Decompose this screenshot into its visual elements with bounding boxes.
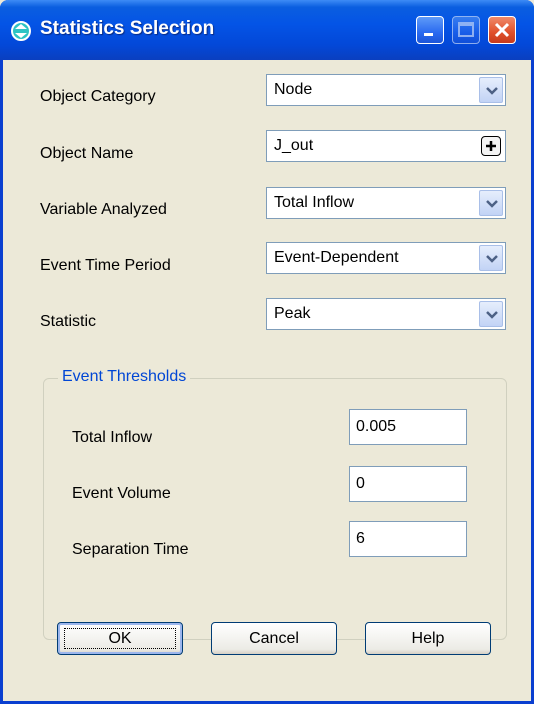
cancel-button[interactable]: Cancel xyxy=(211,622,337,655)
statistic-value: Peak xyxy=(274,305,311,322)
object-name-value: J_out xyxy=(274,137,314,154)
event-time-period-dropdown-button[interactable] xyxy=(479,245,503,271)
object-category-select[interactable]: Node xyxy=(266,74,506,106)
object-name-browse-button[interactable] xyxy=(481,136,501,156)
event-time-period-value: Event-Dependent xyxy=(274,249,399,266)
window-title: Statistics Selection xyxy=(40,18,215,39)
statistic-dropdown-button[interactable] xyxy=(479,301,503,327)
event-time-period-select[interactable]: Event-Dependent xyxy=(266,242,506,274)
minimize-icon xyxy=(424,33,433,36)
variable-analyzed-label: Variable Analyzed xyxy=(40,201,167,218)
statistics-selection-dialog: Statistics Selection Object Category Nod… xyxy=(0,0,534,704)
variable-analyzed-select[interactable]: Total Inflow xyxy=(266,187,506,219)
threshold-separation-time-label: Separation Time xyxy=(72,541,189,558)
threshold-total-inflow-value: 0.005 xyxy=(356,418,397,435)
variable-analyzed-dropdown-button[interactable] xyxy=(479,190,503,216)
threshold-event-volume-label: Event Volume xyxy=(72,485,171,502)
threshold-total-inflow-label: Total Inflow xyxy=(72,429,153,446)
event-thresholds-title: Event Thresholds xyxy=(58,368,191,386)
object-category-dropdown-button[interactable] xyxy=(479,77,503,103)
maximize-button[interactable] xyxy=(452,16,480,44)
object-name-label: Object Name xyxy=(40,145,134,162)
threshold-event-volume-input[interactable]: 0 xyxy=(349,466,467,502)
statistic-label: Statistic xyxy=(40,313,97,330)
chevron-down-icon xyxy=(486,311,498,319)
focus-rectangle xyxy=(64,628,176,649)
statistic-select[interactable]: Peak xyxy=(266,298,506,330)
app-icon xyxy=(11,21,31,41)
threshold-separation-time-value: 6 xyxy=(356,530,365,547)
cancel-button-label: Cancel xyxy=(249,630,299,647)
plus-icon xyxy=(486,141,496,151)
object-name-field[interactable]: J_out xyxy=(266,130,506,162)
chevron-down-icon xyxy=(486,87,498,95)
threshold-event-volume-value: 0 xyxy=(356,475,365,492)
close-button[interactable] xyxy=(488,16,516,44)
threshold-total-inflow-input[interactable]: 0.005 xyxy=(349,409,467,445)
help-button-label: Help xyxy=(411,630,445,647)
object-category-label: Object Category xyxy=(40,88,156,105)
close-icon xyxy=(494,22,510,38)
minimize-button[interactable] xyxy=(416,16,444,44)
variable-analyzed-value: Total Inflow xyxy=(274,194,355,211)
event-time-period-label: Event Time Period xyxy=(40,257,171,274)
title-bar[interactable]: Statistics Selection xyxy=(0,0,534,60)
dialog-body: Object Category Node Object Name J_out V… xyxy=(3,60,531,701)
event-thresholds-group: Event Thresholds Total Inflow 0.005 Even… xyxy=(43,368,507,640)
help-button[interactable]: Help xyxy=(365,622,491,655)
chevron-down-icon xyxy=(486,255,498,263)
maximize-icon xyxy=(458,22,474,37)
ok-button[interactable]: OK xyxy=(57,622,183,655)
threshold-separation-time-input[interactable]: 6 xyxy=(349,521,467,557)
object-category-value: Node xyxy=(274,81,313,98)
chevron-down-icon xyxy=(486,200,498,208)
